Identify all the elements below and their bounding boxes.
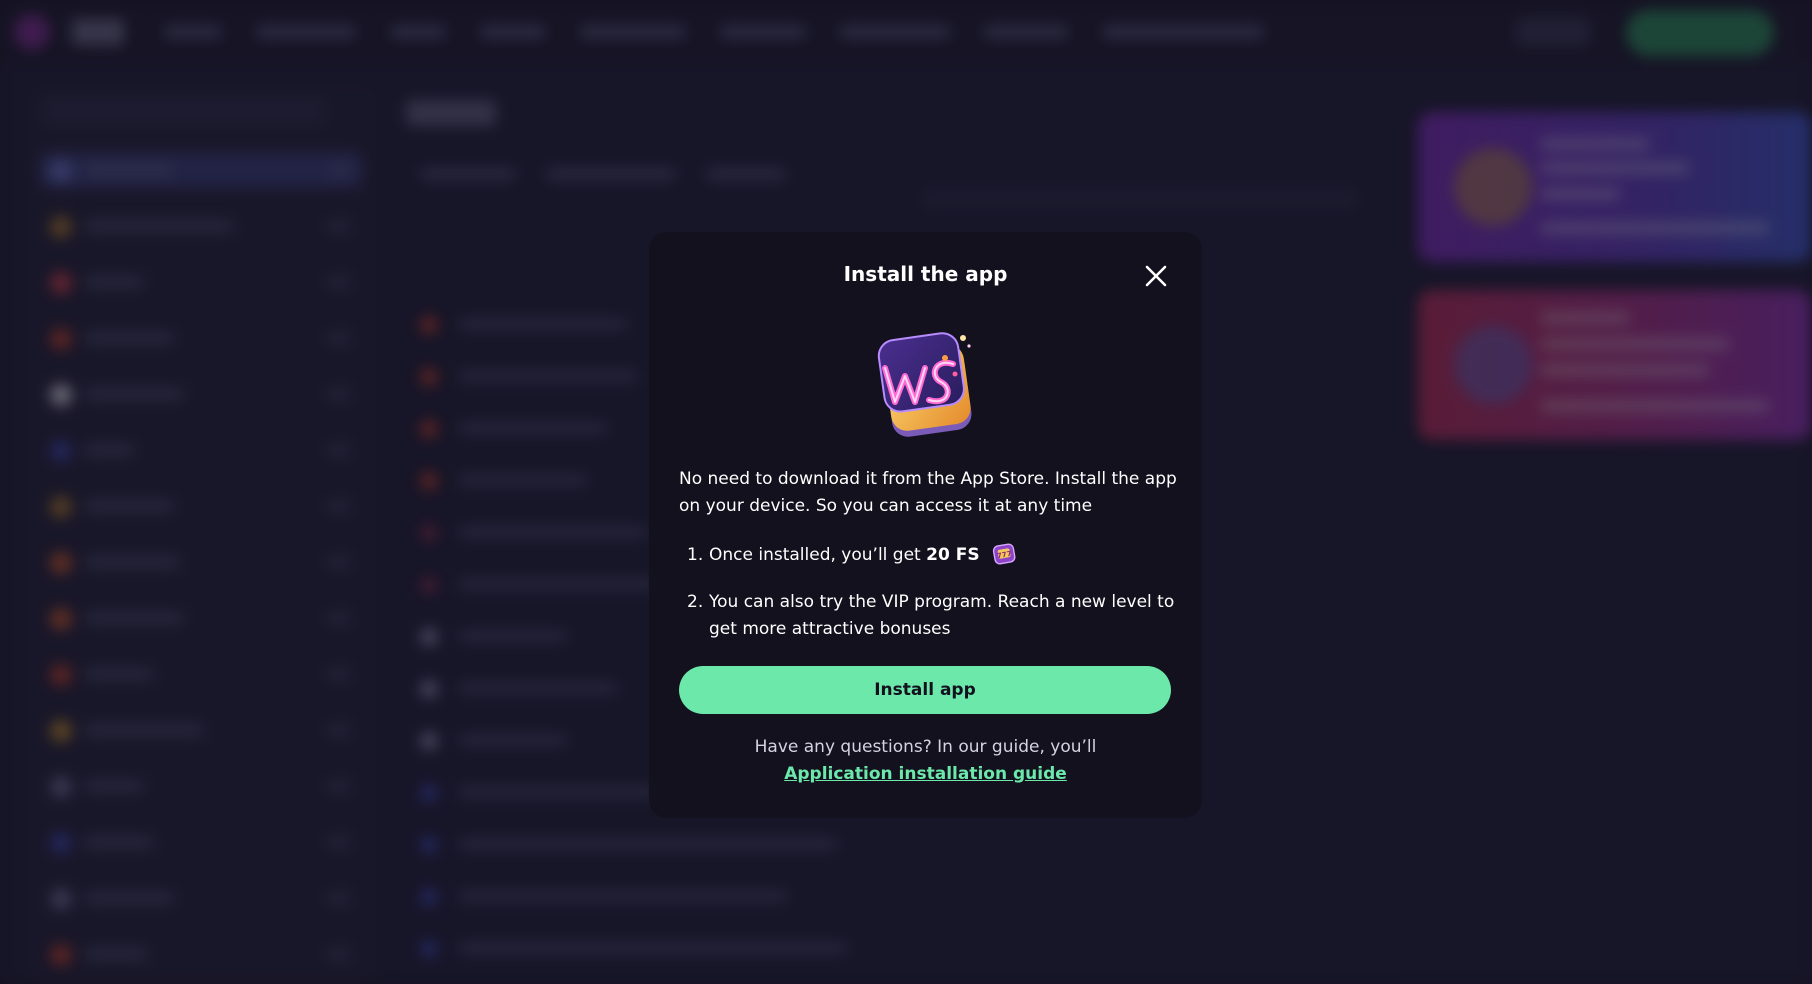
step-number: 2. xyxy=(687,592,704,612)
step-text: You can also try the VIP program. Reach … xyxy=(709,592,1175,639)
faq-text: Have any questions? In our guide, you’ll xyxy=(754,737,1097,757)
modal-title: Install the app xyxy=(843,262,1008,286)
list-item: 2. You can also try the VIP program. Rea… xyxy=(679,589,1179,643)
gem-slot-icon: 777 xyxy=(991,540,1017,566)
modal-description: No need to download it from the App Stor… xyxy=(679,469,1177,516)
list-item: 1. Once installed, you’ll get 20 FS 777 xyxy=(679,542,1179,569)
installation-guide-link[interactable]: Application installation guide xyxy=(784,761,1067,788)
step-text: Once installed, you’ll get xyxy=(709,545,927,565)
ws-app-icon xyxy=(865,324,985,444)
step-number: 1. xyxy=(687,545,704,565)
faq-section: Have any questions? In our guide, you’ll… xyxy=(649,734,1202,788)
close-icon[interactable] xyxy=(1142,262,1170,290)
free-spins-amount: 20 FS xyxy=(926,545,980,565)
benefits-list: 1. Once installed, you’ll get 20 FS 777 … xyxy=(679,538,1179,643)
install-app-modal: Install the app No need to download it f… xyxy=(649,232,1202,818)
install-app-button[interactable]: Install app xyxy=(679,666,1171,714)
